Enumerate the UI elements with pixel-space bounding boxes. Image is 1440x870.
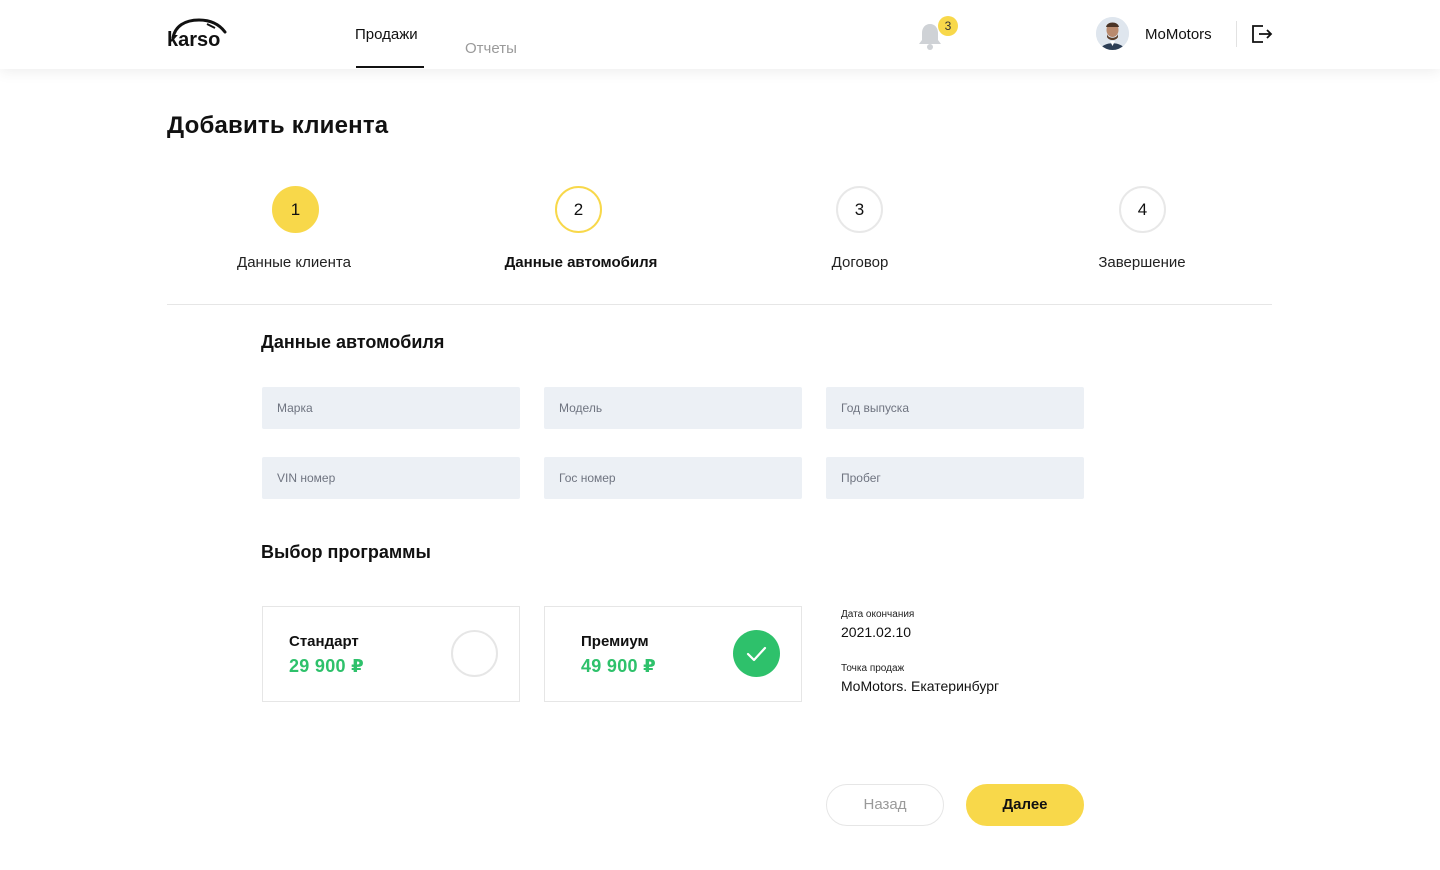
step-4-label: Завершение — [1098, 254, 1186, 271]
program-name: Стандарт — [289, 633, 359, 650]
program-radio-checked[interactable] — [733, 630, 780, 677]
year-field[interactable] — [826, 387, 1084, 429]
next-button[interactable]: Далее — [966, 784, 1084, 826]
brand-field[interactable] — [262, 387, 520, 429]
page-title: Добавить клиента — [167, 112, 389, 139]
step-3-label: Договор — [831, 254, 889, 271]
logout-icon[interactable] — [1249, 22, 1273, 46]
program-radio-unchecked[interactable] — [451, 630, 498, 677]
step-2-label: Данные автомобиля — [504, 254, 658, 271]
svg-text:karso: karso — [167, 29, 220, 50]
program-price: 49 900 ₽ — [581, 656, 656, 676]
karso-logo[interactable]: karso — [167, 16, 237, 50]
step-3-circle[interactable]: 3 — [836, 186, 883, 233]
section-divider — [167, 304, 1272, 305]
end-date-label: Дата окончания — [841, 609, 915, 620]
vin-field[interactable] — [262, 457, 520, 499]
program-section-title: Выбор программы — [261, 542, 431, 562]
step-2-circle[interactable]: 2 — [555, 186, 602, 233]
back-button[interactable]: Назад — [826, 784, 944, 826]
checkmark-icon — [746, 646, 767, 662]
mileage-field[interactable] — [826, 457, 1084, 499]
header-divider — [1236, 21, 1237, 47]
top-header: karso Продажи Отчеты 3 MoMotors — [0, 0, 1440, 69]
nav-reports[interactable]: Отчеты — [465, 40, 517, 57]
program-name: Премиум — [581, 633, 649, 650]
program-price: 29 900 ₽ — [289, 656, 364, 676]
notification-badge: 3 — [938, 16, 958, 36]
point-of-sale-value: MoMotors. Екатеринбург — [841, 678, 1000, 694]
step-1-circle[interactable]: 1 — [272, 186, 319, 233]
nav-sales[interactable]: Продажи — [355, 26, 418, 43]
user-name[interactable]: MoMotors — [1145, 26, 1212, 43]
step-4-circle[interactable]: 4 — [1119, 186, 1166, 233]
program-card-standard[interactable]: Стандарт 29 900 ₽ — [262, 606, 520, 702]
program-card-premium[interactable]: Премиум 49 900 ₽ — [544, 606, 802, 702]
point-of-sale-label: Точка продаж — [841, 663, 905, 674]
car-section-title: Данные автомобиля — [261, 332, 445, 352]
avatar-image — [1096, 17, 1129, 50]
end-date-value: 2021.02.10 — [841, 624, 912, 640]
step-1-label: Данные клиента — [237, 254, 351, 271]
plate-number-field[interactable] — [544, 457, 802, 499]
model-field[interactable] — [544, 387, 802, 429]
nav-active-underline — [356, 66, 424, 68]
avatar[interactable] — [1096, 17, 1129, 50]
